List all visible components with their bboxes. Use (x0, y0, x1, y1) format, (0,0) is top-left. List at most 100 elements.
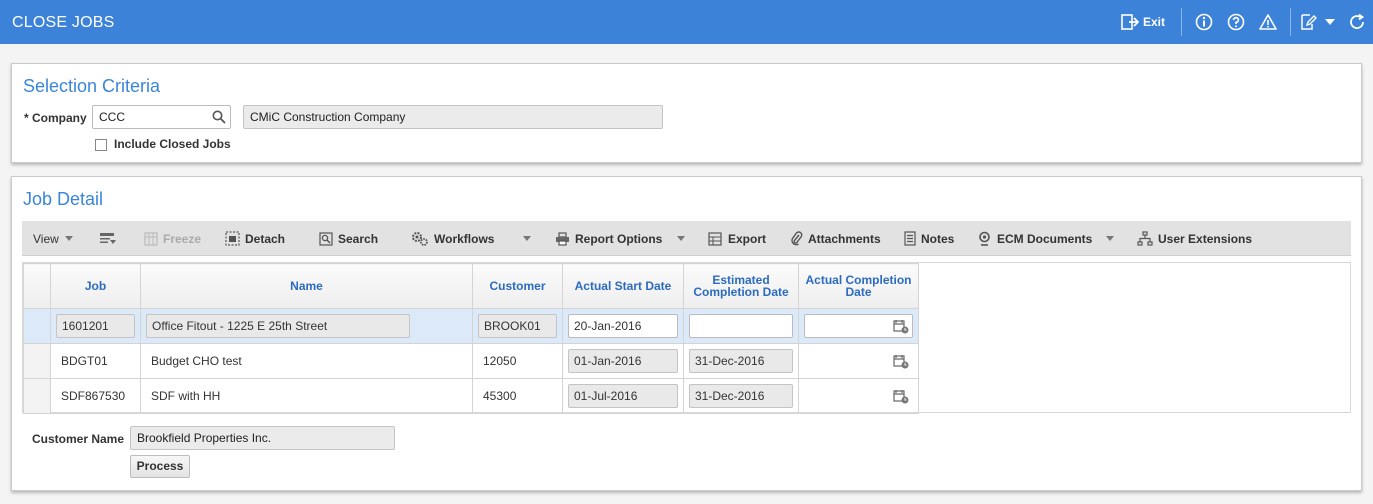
name-cell: Office Fitout - 1225 E 25th Street (140, 308, 473, 344)
company-input[interactable]: CCC (92, 105, 231, 129)
job-detail-title: Job Detail (23, 189, 104, 209)
notes-button[interactable]: Notes (904, 221, 954, 256)
row-selector[interactable] (23, 378, 51, 414)
search-label: Search (338, 231, 379, 246)
job-cell: BDGT01 (50, 343, 141, 379)
view-label: View (33, 231, 59, 246)
calendar-icon[interactable] (893, 354, 909, 369)
search-button[interactable]: Search (319, 221, 378, 256)
paperclip-icon (791, 231, 803, 246)
customer-cell: 12050 (472, 343, 563, 379)
actual-completion-date-input[interactable] (804, 314, 913, 338)
job-field: 1601201 (56, 314, 135, 338)
actual-completion-cell (798, 378, 919, 414)
customer-name-value: Brookfield Properties Inc. (137, 431, 272, 445)
user-extensions-label: User Extensions (1158, 231, 1253, 246)
calendar-icon[interactable] (893, 389, 909, 404)
estimated-completion-cell (683, 308, 799, 344)
gears-icon (412, 232, 428, 246)
chevron-down-icon[interactable] (1319, 0, 1341, 44)
export-button[interactable]: Export (708, 221, 766, 256)
table-header-row: Job Name Customer Actual Start Date Esti… (23, 263, 919, 309)
column-header-estimated-completion-date[interactable]: Estimated Completion Date (683, 263, 799, 309)
column-header-name[interactable]: Name (140, 263, 473, 309)
exit-label: Exit (1142, 15, 1165, 29)
actual-start-cell: 20-Jan-2016 (562, 308, 684, 344)
estimated-completion-date-field: 31-Dec-2016 (689, 384, 793, 408)
ecm-documents-icon (979, 231, 990, 246)
chevron-down-icon[interactable] (677, 236, 685, 241)
process-button[interactable]: Process (130, 455, 190, 478)
user-extensions-button[interactable]: User Extensions (1137, 221, 1252, 256)
chevron-down-icon[interactable] (65, 236, 73, 241)
report-options-button[interactable]: Report Options (555, 221, 662, 256)
job-cell: SDF867530 (50, 378, 141, 414)
workflows-button[interactable]: Workflows (411, 221, 494, 256)
column-header-actual-completion-date[interactable]: Actual Completion Date (798, 263, 919, 309)
actual-start-cell: 01-Jan-2016 (562, 343, 684, 379)
divider (1181, 8, 1182, 36)
job-detail-panel: Job Detail View Freeze Detach Search Wor… (11, 176, 1362, 491)
freeze-label: Freeze (163, 231, 202, 246)
column-header-job[interactable]: Job (50, 263, 141, 309)
column-header-actual-start-date[interactable]: Actual Start Date (562, 263, 684, 309)
workflows-label: Workflows (434, 231, 495, 246)
ecm-documents-button[interactable]: ECM Documents (977, 221, 1092, 256)
view-menu[interactable]: View (33, 221, 59, 256)
help-icon[interactable] (1220, 0, 1252, 44)
column-header-customer[interactable]: Customer (472, 263, 563, 309)
table-row[interactable]: BDGT01 Budget CHO test 12050 01-Jan-2016… (23, 343, 919, 379)
hierarchy-icon (1137, 231, 1153, 246)
freeze-button[interactable]: Freeze (144, 221, 201, 256)
job-table: Job Name Customer Actual Start Date Esti… (23, 263, 919, 414)
actual-start-date-input[interactable]: 20-Jan-2016 (568, 314, 678, 338)
freeze-icon (144, 231, 158, 246)
calendar-icon[interactable] (893, 319, 909, 334)
customer-cell: BROOK01 (472, 308, 563, 344)
actual-completion-cell (798, 343, 919, 379)
query-by-example-button[interactable] (99, 221, 122, 256)
name-field: Office Fitout - 1225 E 25th Street (146, 314, 410, 338)
row-selector[interactable] (23, 308, 51, 344)
exit-icon (1121, 14, 1139, 30)
actual-start-date-field: 01-Jan-2016 (568, 349, 678, 373)
warning-icon[interactable] (1252, 0, 1284, 44)
title-bar: CLOSE JOBS Exit (0, 0, 1373, 44)
attachments-button[interactable]: Attachments (791, 221, 881, 256)
edit-icon[interactable] (1297, 0, 1319, 44)
export-icon (708, 231, 722, 246)
customer-field: BROOK01 (478, 314, 557, 338)
notes-icon (904, 231, 916, 246)
actual-start-cell: 01-Jul-2016 (562, 378, 684, 414)
report-options-label: Report Options (575, 231, 663, 246)
customer-cell: 45300 (472, 378, 563, 414)
printer-icon (556, 231, 569, 246)
title-bar-actions: Exit (1121, 0, 1373, 44)
estimated-completion-cell: 31-Dec-2016 (683, 343, 799, 379)
exit-button[interactable]: Exit (1121, 14, 1165, 30)
search-icon (319, 231, 333, 246)
row-selector[interactable] (23, 343, 51, 379)
table-row[interactable]: 1601201 Office Fitout - 1225 E 25th Stre… (23, 308, 919, 344)
grid-toolbar: View Freeze Detach Search Workflows Repo… (22, 221, 1351, 256)
search-icon[interactable] (212, 110, 226, 124)
estimated-completion-date-input[interactable] (689, 314, 793, 338)
attachments-label: Attachments (808, 231, 881, 246)
actual-completion-cell (798, 308, 919, 344)
selection-criteria-panel: Selection Criteria * Company CCC CMiC Co… (11, 63, 1362, 163)
detach-label: Detach (245, 231, 286, 246)
chevron-down-icon[interactable] (523, 236, 531, 241)
ecm-documents-label: ECM Documents (997, 231, 1093, 246)
detach-button[interactable]: Detach (225, 221, 285, 256)
company-name-field: CMiC Construction Company (243, 105, 663, 129)
info-icon[interactable] (1188, 0, 1220, 44)
table-row[interactable]: SDF867530 SDF with HH 45300 01-Jul-2016 … (23, 378, 919, 414)
divider (1290, 8, 1291, 36)
estimated-completion-cell: 31-Dec-2016 (683, 378, 799, 414)
job-cell: 1601201 (50, 308, 141, 344)
include-closed-jobs-checkbox[interactable] (95, 139, 107, 151)
page-title: CLOSE JOBS (12, 14, 115, 31)
chevron-down-icon[interactable] (1106, 236, 1114, 241)
actual-start-date-field: 01-Jul-2016 (568, 384, 678, 408)
refresh-icon[interactable] (1341, 0, 1373, 44)
